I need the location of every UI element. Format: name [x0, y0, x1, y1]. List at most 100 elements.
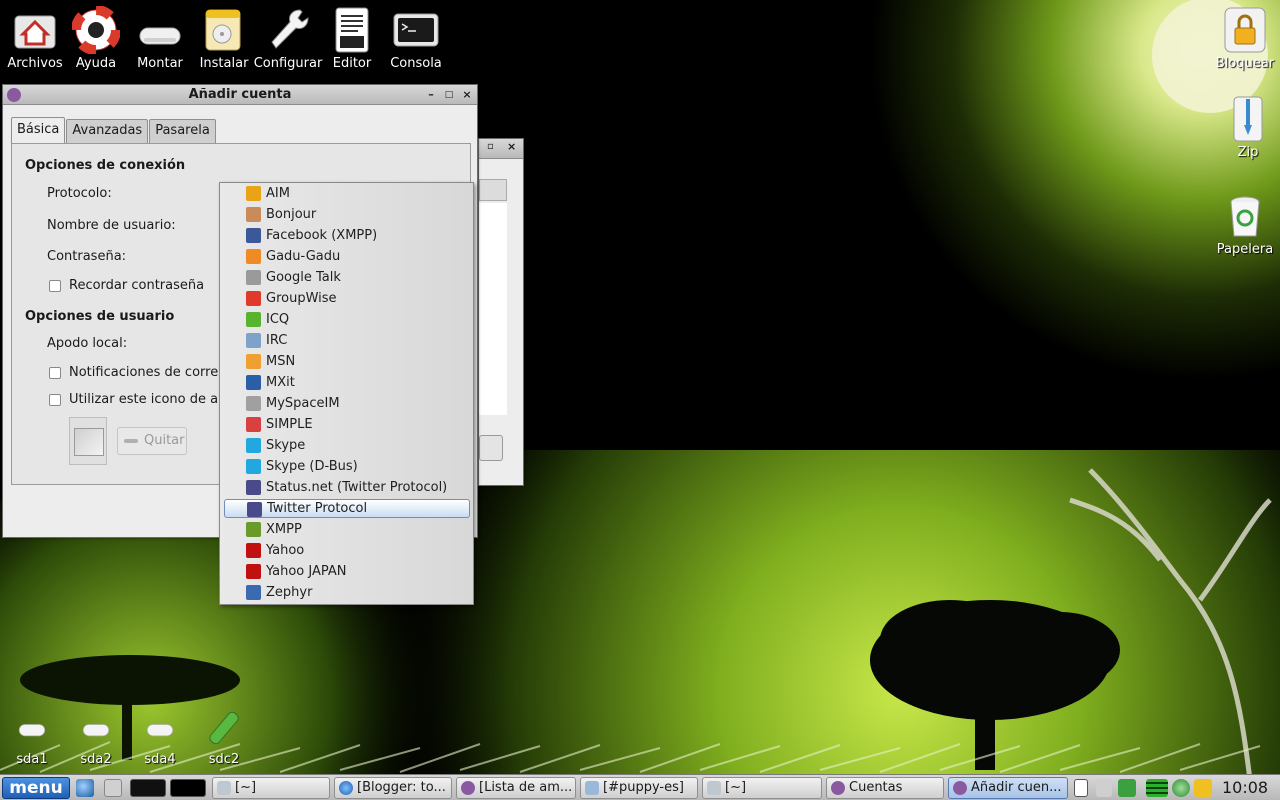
accounts-list[interactable] — [479, 203, 507, 415]
remove-button-label: Quitar — [144, 433, 185, 448]
drive-icon-sda4[interactable]: sda4 — [125, 716, 195, 767]
start-menu-button[interactable]: menu — [2, 777, 70, 799]
pager-desktop-2[interactable] — [170, 779, 206, 797]
pager-desktop-1[interactable] — [130, 779, 166, 797]
desktop-icon-label: Instalar — [199, 56, 249, 71]
desktop-icon-configurar[interactable]: Configurar — [253, 6, 323, 71]
zip-icon — [1233, 96, 1263, 142]
maximize-icon[interactable]: □ — [441, 87, 457, 103]
volume-icon[interactable] — [1096, 779, 1112, 797]
use-buddy-icon-checkbox[interactable]: Utilizar este icono de ar — [49, 392, 219, 407]
task-accounts[interactable]: Cuentas — [826, 777, 944, 799]
protocol-option-facebook-xmpp[interactable]: Facebook (XMPP) — [224, 226, 470, 245]
tab-pasarela[interactable]: Pasarela — [149, 119, 216, 143]
drive-icon-sdc2[interactable]: sdc2 — [189, 706, 259, 767]
status-icon[interactable] — [1172, 779, 1190, 797]
mail-notifications-checkbox[interactable]: Notificaciones de corre — [49, 365, 219, 380]
protocol-dropdown-menu[interactable]: AIM Bonjour Facebook (XMPP) Gadu-Gadu Google… — [219, 182, 474, 605]
network-icon[interactable] — [1118, 779, 1136, 797]
protocol-option-icq[interactable]: ICQ — [224, 310, 470, 329]
accounts-button[interactable] — [479, 435, 503, 461]
protocol-option-status-net-twitter-protocol[interactable]: Status.net (Twitter Protocol) — [224, 478, 470, 497]
protocol-option-groupwise[interactable]: GroupWise — [224, 289, 470, 308]
drive-icon — [18, 724, 46, 737]
skype-dbus-icon — [246, 459, 261, 474]
protocol-option-twitter-protocol[interactable]: Twitter Protocol — [224, 499, 470, 518]
protocol-option-label: IRC — [266, 333, 288, 348]
trash-icon — [1230, 196, 1260, 237]
desktop-icon-instalar[interactable]: Instalar — [189, 6, 259, 71]
drive-label: sda1 — [16, 752, 48, 767]
desktop-icon-archivos[interactable]: Archivos — [0, 6, 70, 71]
text-editor-icon — [335, 7, 369, 53]
desktop-icon-label: Montar — [137, 56, 183, 71]
memory-monitor-icon[interactable] — [1146, 779, 1168, 797]
task-irc[interactable]: [#puppy-es] — [580, 777, 698, 799]
edit-icon[interactable] — [104, 779, 122, 797]
protocol-option-skype-d-bus[interactable]: Skype (D-Bus) — [224, 457, 470, 476]
checkbox-box[interactable] — [49, 279, 61, 292]
close-icon[interactable]: × — [459, 87, 475, 103]
protocol-option-yahoo[interactable]: Yahoo — [224, 541, 470, 560]
protocol-option-label: MSN — [266, 354, 296, 369]
drive-icon-sda1[interactable]: sda1 — [0, 716, 67, 767]
protocol-option-xmpp[interactable]: XMPP — [224, 520, 470, 539]
twitter-icon — [247, 502, 262, 517]
mxit-icon — [246, 375, 261, 390]
accounts-titlebar[interactable]: ▫ × — [479, 139, 523, 159]
clock: 10:08 — [1222, 778, 1269, 797]
task-terminal-1[interactable]: [~] — [212, 777, 330, 799]
desktop-icon-editor[interactable]: Editor — [317, 6, 387, 71]
globe-icon[interactable] — [76, 779, 94, 797]
desktop-icon-ayuda[interactable]: Ayuda — [61, 6, 131, 71]
maximize-icon[interactable]: ▫ — [487, 141, 494, 152]
warning-icon[interactable] — [1194, 779, 1212, 797]
drive-label: sda2 — [80, 752, 112, 767]
desktop-icon-label: Bloquear — [1215, 56, 1275, 71]
protocol-option-irc[interactable]: IRC — [224, 331, 470, 350]
desktop-icon-montar[interactable]: Montar — [125, 6, 195, 71]
tab-avanzadas[interactable]: Avanzadas — [66, 119, 149, 143]
checkbox-box[interactable] — [49, 366, 61, 379]
protocol-option-myspaceim[interactable]: MySpaceIM — [224, 394, 470, 413]
task-buddy-list[interactable]: [Lista de am... — [456, 777, 576, 799]
protocol-option-label: Skype — [266, 438, 306, 453]
desktop-icon-label: Editor — [332, 56, 372, 71]
protocol-option-skype[interactable]: Skype — [224, 436, 470, 455]
checkbox-box[interactable] — [49, 393, 61, 406]
desktop-icon-consola[interactable]: Consola — [381, 6, 451, 71]
close-icon[interactable]: × — [507, 140, 516, 153]
protocol-option-msn[interactable]: MSN — [224, 352, 470, 371]
desktop-icon-zip[interactable]: Zip — [1213, 95, 1280, 160]
protocol-option-yahoo-japan[interactable]: Yahoo JAPAN — [224, 562, 470, 581]
zephyr-icon — [246, 585, 261, 600]
protocol-option-bonjour[interactable]: Bonjour — [224, 205, 470, 224]
protocol-option-label: Twitter Protocol — [267, 501, 368, 516]
task-add-account[interactable]: Añadir cuen... — [948, 777, 1068, 799]
protocol-option-label: MXit — [266, 375, 295, 390]
drive-icon-sda2[interactable]: sda2 — [61, 716, 131, 767]
remove-icon-button[interactable]: Quitar — [117, 427, 187, 455]
buddy-icon-well[interactable] — [69, 417, 107, 465]
yahoo-japan-icon — [246, 564, 261, 579]
protocol-option-simple[interactable]: SIMPLE — [224, 415, 470, 434]
minimize-icon[interactable]: – — [423, 87, 439, 103]
task-label: [~] — [725, 780, 747, 795]
accounts-window[interactable]: ▫ × — [478, 138, 524, 486]
task-browser[interactable]: [Blogger: to... — [334, 777, 452, 799]
remember-password-checkbox[interactable]: Recordar contraseña — [49, 278, 219, 293]
dialog-titlebar[interactable]: Añadir cuenta – □ × — [3, 85, 477, 105]
protocol-option-label: Gadu-Gadu — [266, 249, 341, 264]
pidgin-icon — [461, 781, 475, 795]
battery-icon[interactable] — [1074, 779, 1088, 797]
protocol-option-gadu-gadu[interactable]: Gadu-Gadu — [224, 247, 470, 266]
task-terminal-2[interactable]: [~] — [702, 777, 822, 799]
desktop-icon-bloquear[interactable]: Bloquear — [1210, 6, 1280, 71]
tab-basica[interactable]: Básica — [11, 117, 66, 143]
protocol-option-label: AIM — [266, 186, 290, 201]
protocol-option-aim[interactable]: AIM — [224, 184, 470, 203]
desktop-icon-papelera[interactable]: Papelera — [1210, 192, 1280, 257]
protocol-option-google-talk[interactable]: Google Talk — [224, 268, 470, 287]
protocol-option-zephyr[interactable]: Zephyr — [224, 583, 470, 602]
protocol-option-mxit[interactable]: MXit — [224, 373, 470, 392]
